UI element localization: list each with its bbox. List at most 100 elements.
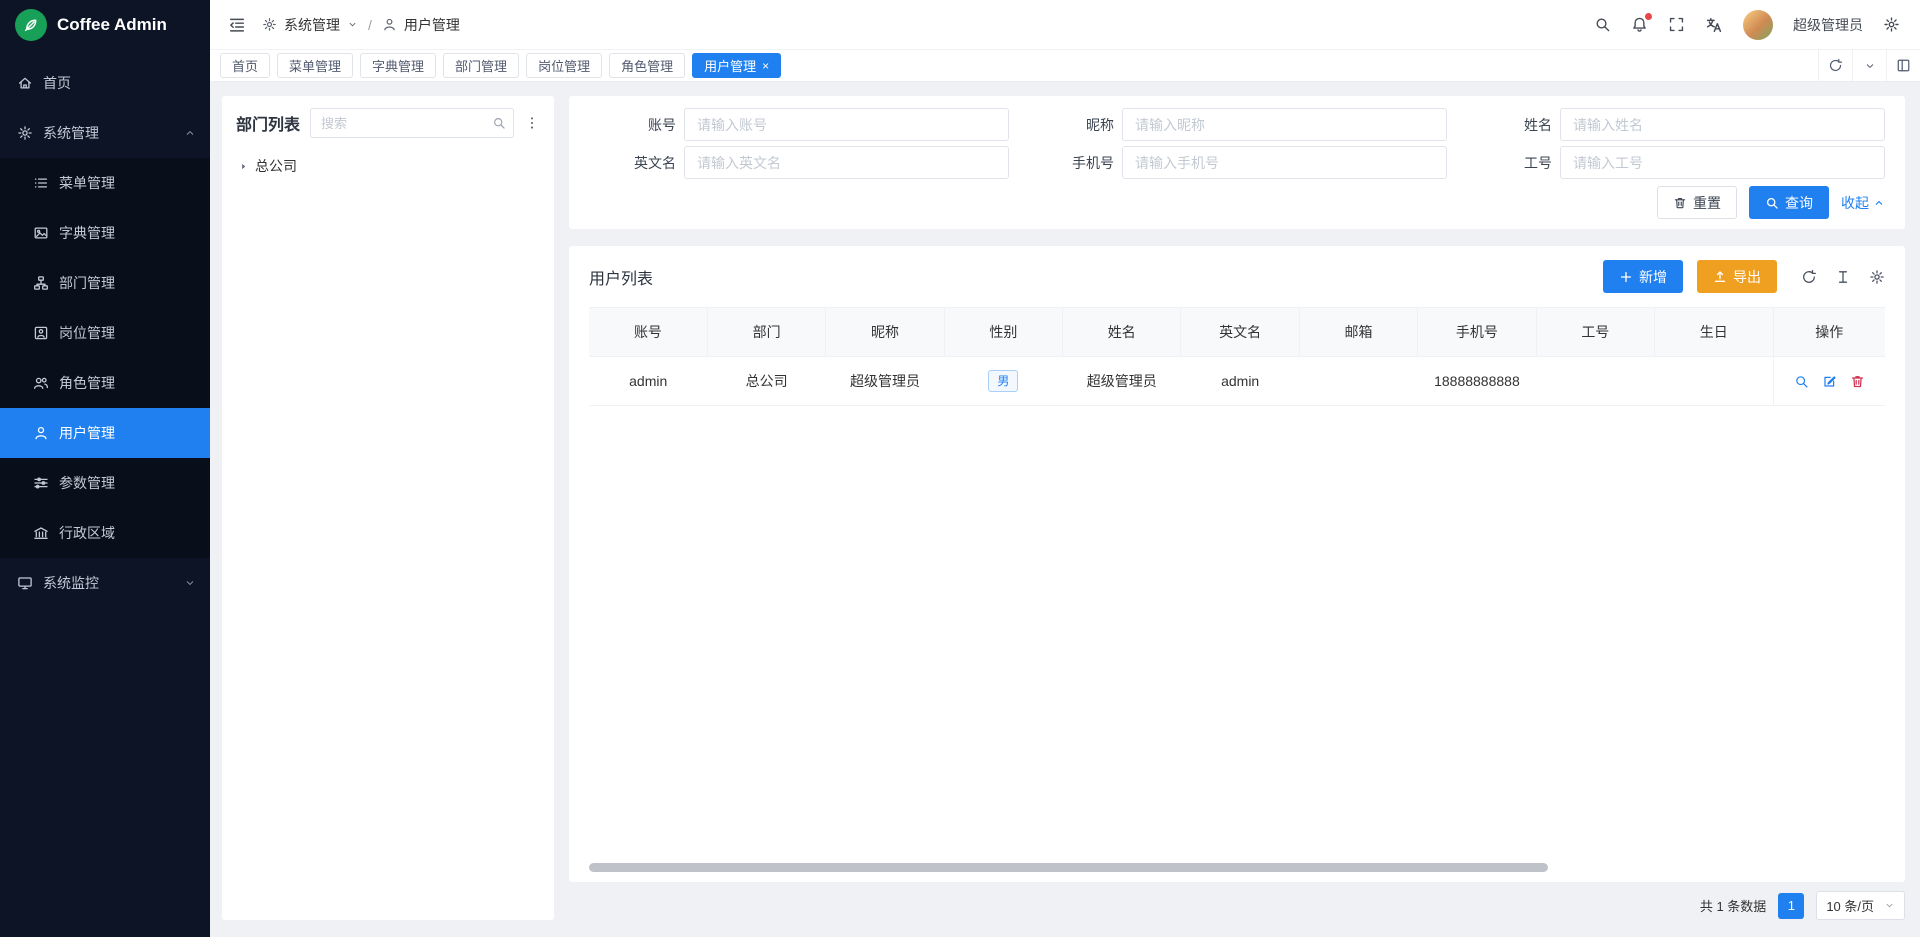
page-size-select[interactable]: 10 条/页 — [1816, 891, 1905, 920]
collapse-filter-link[interactable]: 收起 — [1841, 193, 1885, 213]
settings-gear-icon[interactable] — [1883, 16, 1900, 33]
table-header-row: 账号 部门 昵称 性别 姓名 英文名 邮箱 手机号 工号 生日 操作 — [589, 308, 1885, 357]
more-options-icon[interactable] — [524, 115, 540, 131]
delete-icon[interactable] — [1850, 374, 1865, 389]
view-detail-icon[interactable] — [1794, 374, 1809, 389]
cell-department: 总公司 — [707, 357, 825, 406]
sidebar-item-label: 字典管理 — [59, 223, 196, 243]
table-row: admin 总公司 超级管理员 男 超级管理员 admin 1888888888… — [589, 357, 1885, 406]
table-actions: 新增 导出 — [1603, 260, 1885, 293]
page-content: 部门列表 总公司 账号 — [210, 82, 1920, 937]
chevron-down-icon — [347, 19, 358, 30]
cell-gender: 男 — [944, 357, 1062, 406]
column-header-birthday: 生日 — [1655, 308, 1773, 357]
collapse-sidebar-icon[interactable] — [228, 16, 246, 34]
tab-menu-management[interactable]: 菜单管理 — [277, 53, 353, 78]
avatar[interactable] — [1743, 10, 1773, 40]
tab-role-management[interactable]: 角色管理 — [609, 53, 685, 78]
tab-label: 菜单管理 — [289, 56, 341, 75]
breadcrumb-page: 用户管理 — [404, 15, 460, 35]
refresh-icon[interactable] — [1801, 269, 1817, 285]
sidebar-item-label: 首页 — [43, 73, 196, 93]
notification-bell-icon[interactable] — [1631, 16, 1648, 33]
reset-button[interactable]: 重置 — [1657, 186, 1737, 219]
chevron-up-icon — [1873, 197, 1885, 209]
tab-user-management[interactable]: 用户管理 × — [692, 53, 781, 78]
translate-icon[interactable] — [1705, 16, 1723, 34]
system-management-submenu: 菜单管理 字典管理 部门管理 岗位管理 角色管理 用户管理 — [0, 158, 210, 558]
sidebar-item-label: 系统管理 — [43, 123, 174, 143]
row-density-icon[interactable] — [1835, 269, 1851, 285]
sidebar-item-department-management[interactable]: 部门管理 — [0, 258, 210, 308]
horizontal-scrollbar-thumb[interactable] — [589, 863, 1548, 872]
users-icon — [33, 375, 49, 391]
field-account: 账号 — [589, 108, 1009, 141]
nickname-input[interactable] — [1122, 108, 1447, 141]
chevron-down-icon[interactable] — [1852, 50, 1886, 81]
add-label: 新增 — [1639, 267, 1667, 287]
sidebar-item-system-monitor[interactable]: 系统监控 — [0, 558, 210, 608]
user-table: 账号 部门 昵称 性别 姓名 英文名 邮箱 手机号 工号 生日 操作 — [589, 307, 1885, 406]
tab-dictionary-management[interactable]: 字典管理 — [360, 53, 436, 78]
sidebar-item-system-management[interactable]: 系统管理 — [0, 108, 210, 158]
tree-item-head-office[interactable]: 总公司 — [236, 151, 540, 181]
sidebar-item-label: 参数管理 — [59, 473, 196, 493]
sidebar-item-parameter-management[interactable]: 参数管理 — [0, 458, 210, 508]
coffee-logo-icon — [15, 9, 47, 41]
phone-input[interactable] — [1122, 146, 1447, 179]
tree-item-label: 总公司 — [255, 156, 297, 176]
dictionary-icon — [33, 225, 49, 241]
field-label: 英文名 — [589, 153, 676, 173]
tab-home[interactable]: 首页 — [220, 53, 270, 78]
gear-icon — [262, 17, 277, 32]
english-name-input[interactable] — [684, 146, 1009, 179]
search-icon[interactable] — [1594, 16, 1611, 33]
sidebar-item-administrative-region[interactable]: 行政区域 — [0, 508, 210, 558]
pagination: 共 1 条数据 1 10 条/页 — [569, 891, 1905, 920]
cell-work-id — [1536, 357, 1654, 406]
bank-icon — [33, 525, 49, 541]
caret-right-icon[interactable] — [239, 162, 248, 171]
home-icon — [17, 75, 33, 91]
app-logo[interactable]: Coffee Admin — [0, 0, 210, 50]
page-button-1[interactable]: 1 — [1778, 893, 1804, 919]
department-search-input[interactable] — [310, 108, 514, 138]
sidebar-item-label: 系统监控 — [43, 573, 174, 593]
sidebar-item-post-management[interactable]: 岗位管理 — [0, 308, 210, 358]
account-input[interactable] — [684, 108, 1009, 141]
name-input[interactable] — [1560, 108, 1885, 141]
fullscreen-icon[interactable] — [1668, 16, 1685, 33]
export-button[interactable]: 导出 — [1697, 260, 1777, 293]
column-settings-gear-icon[interactable] — [1869, 269, 1885, 285]
breadcrumb-section[interactable]: 系统管理 — [284, 15, 340, 35]
username[interactable]: 超级管理员 — [1793, 15, 1863, 35]
table-tool-icons — [1801, 269, 1885, 285]
add-user-button[interactable]: 新增 — [1603, 260, 1683, 293]
user-list-title: 用户列表 — [589, 265, 653, 289]
cell-account: admin — [589, 357, 707, 406]
close-icon[interactable]: × — [762, 60, 769, 72]
refresh-icon[interactable] — [1818, 50, 1852, 81]
list-icon — [33, 175, 49, 191]
tab-bar: 首页 菜单管理 字典管理 部门管理 岗位管理 角色管理 用户管理 × — [210, 50, 1920, 82]
field-english-name: 英文名 — [589, 146, 1009, 179]
sidebar-item-home[interactable]: 首页 — [0, 58, 210, 108]
sidebar-item-dictionary-management[interactable]: 字典管理 — [0, 208, 210, 258]
sidebar-item-menu-management[interactable]: 菜单管理 — [0, 158, 210, 208]
search-form: 账号 昵称 姓名 英文名 — [589, 108, 1885, 179]
tab-post-management[interactable]: 岗位管理 — [526, 53, 602, 78]
search-icon[interactable] — [492, 116, 506, 130]
search-icon — [1765, 196, 1779, 210]
sidebar-item-role-management[interactable]: 角色管理 — [0, 358, 210, 408]
tab-department-management[interactable]: 部门管理 — [443, 53, 519, 78]
tab-label: 用户管理 — [704, 56, 756, 75]
search-button[interactable]: 查询 — [1749, 186, 1829, 219]
field-name: 姓名 — [1465, 108, 1885, 141]
edit-icon[interactable] — [1822, 374, 1837, 389]
sidebar-item-user-management[interactable]: 用户管理 — [0, 408, 210, 458]
collapse-label: 收起 — [1841, 193, 1869, 213]
cell-birthday — [1655, 357, 1773, 406]
layout-icon[interactable] — [1886, 50, 1920, 81]
plus-icon — [1619, 270, 1633, 284]
work-id-input[interactable] — [1560, 146, 1885, 179]
